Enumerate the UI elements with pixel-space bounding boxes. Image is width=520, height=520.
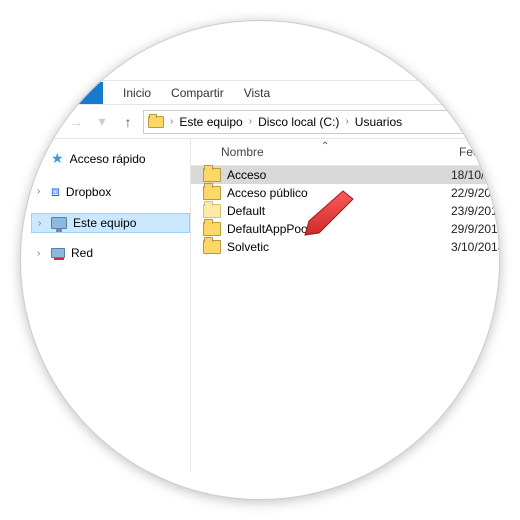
sidebar-item-this-pc[interactable]: › Este equipo — [31, 213, 190, 233]
file-date: 22/9/2018 19:.. — [451, 186, 500, 200]
chevron-right-icon[interactable]: › — [37, 248, 40, 259]
file-list: Nombre ⌃ Fecha de modificación Acceso 18/… — [191, 139, 500, 471]
chevron-right-icon[interactable]: › — [247, 116, 254, 127]
column-headers: Nombre ⌃ Fecha de modificación — [191, 139, 500, 166]
sidebar-label: Acceso rápido — [70, 152, 146, 166]
file-name: DefaultAppPool — [227, 222, 310, 236]
file-row[interactable]: Default 23/9/2018 02:3.. — [191, 202, 500, 220]
file-name: Acceso — [227, 168, 266, 182]
title-bar: Usuarios — [31, 51, 500, 81]
tab-view[interactable]: Vista — [244, 86, 270, 100]
star-icon: ★ — [51, 150, 64, 167]
file-name: Solvetic — [227, 240, 269, 254]
file-date: 29/9/2018 14:5.. — [451, 222, 500, 236]
window-title: Usuarios — [61, 59, 108, 73]
sidebar-item-quick-access[interactable]: › ★ Acceso rápido — [31, 147, 190, 170]
up-button[interactable]: ↑ — [117, 111, 139, 133]
file-row[interactable]: Acceso 18/10/2018 19:.. — [191, 166, 500, 184]
breadcrumb-seg-users[interactable]: Usuarios — [353, 115, 404, 129]
dropbox-icon: ⧈ — [51, 183, 60, 200]
column-label: Fecha de modificación — [459, 145, 500, 159]
file-name: Acceso público — [227, 186, 308, 200]
folder-icon — [148, 116, 164, 128]
recent-dropdown[interactable]: ▾ — [91, 111, 113, 133]
network-icon — [51, 248, 65, 258]
tab-share[interactable]: Compartir — [171, 86, 224, 100]
file-date: 23/9/2018 02:3.. — [451, 204, 500, 218]
chevron-right-icon[interactable]: › — [168, 116, 175, 127]
folder-icon — [203, 168, 221, 182]
folder-icon — [203, 204, 221, 218]
sidebar-label: Este equipo — [73, 216, 136, 230]
ribbon-tabs: Archivo Inicio Compartir Vista — [31, 81, 500, 105]
folder-icon — [203, 222, 221, 236]
file-row[interactable]: DefaultAppPool 29/9/2018 14:5.. — [191, 220, 500, 238]
sidebar-label: Red — [71, 246, 93, 260]
breadcrumb-seg-disk[interactable]: Disco local (C:) — [256, 115, 341, 129]
pc-icon — [51, 217, 67, 229]
column-header-date[interactable]: Fecha de modificación — [451, 139, 500, 165]
sidebar-item-dropbox[interactable]: › ⧈ Dropbox — [31, 180, 190, 203]
explorer-window: Usuarios Archivo Inicio Compartir Vista … — [31, 51, 500, 471]
chevron-right-icon[interactable]: › — [38, 218, 41, 229]
forward-button[interactable]: → — [65, 111, 87, 133]
column-label: Nombre — [221, 145, 264, 159]
file-name: Default — [227, 204, 265, 218]
sidebar-item-network[interactable]: › Red — [31, 243, 190, 263]
folder-icon — [39, 60, 55, 72]
folder-icon — [203, 240, 221, 254]
sidebar-label: Dropbox — [66, 185, 111, 199]
tab-home[interactable]: Inicio — [123, 86, 151, 100]
back-button[interactable]: ← — [39, 111, 61, 133]
address-bar[interactable]: › Este equipo › Disco local (C:) › Usuar… — [143, 110, 500, 134]
tab-file[interactable]: Archivo — [31, 82, 103, 104]
nav-bar: ← → ▾ ↑ › Este equipo › Disco local (C:)… — [31, 105, 500, 139]
column-header-name[interactable]: Nombre ⌃ — [191, 139, 451, 165]
chevron-right-icon[interactable]: › — [343, 116, 350, 127]
chevron-right-icon[interactable]: › — [37, 153, 40, 164]
file-date: 3/10/2018 05:3.. — [451, 240, 500, 254]
file-date: 18/10/2018 19:.. — [451, 168, 500, 182]
file-row[interactable]: Acceso público 22/9/2018 19:.. — [191, 184, 500, 202]
content-area: › ★ Acceso rápido › ⧈ Dropbox › Este equ… — [31, 139, 500, 471]
file-row[interactable]: Solvetic 3/10/2018 05:3.. — [191, 238, 500, 256]
breadcrumb-seg-pc[interactable]: Este equipo — [177, 115, 244, 129]
chevron-right-icon[interactable]: › — [37, 186, 40, 197]
nav-sidebar: › ★ Acceso rápido › ⧈ Dropbox › Este equ… — [31, 139, 191, 471]
sort-asc-icon: ⌃ — [321, 141, 329, 152]
folder-icon — [203, 186, 221, 200]
